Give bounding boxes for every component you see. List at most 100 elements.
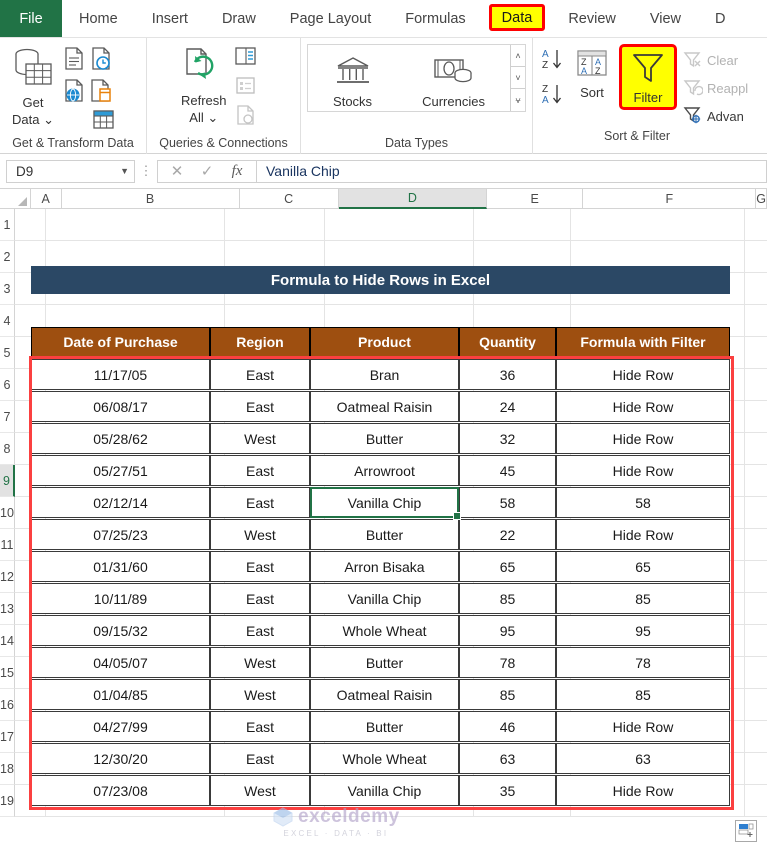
table-data-cell[interactable]: East bbox=[210, 487, 310, 518]
row-header-18[interactable]: 18 bbox=[0, 753, 15, 785]
table-data-cell[interactable]: Bran bbox=[310, 359, 459, 390]
grid-cell[interactable] bbox=[744, 497, 767, 529]
sort-ascending-icon[interactable]: A Z bbox=[540, 47, 566, 78]
clear-filter-button[interactable]: Clear bbox=[681, 48, 750, 73]
sort-button[interactable]: Z A A Z Sort bbox=[569, 42, 615, 100]
table-data-cell[interactable]: 11/17/05 bbox=[31, 359, 210, 390]
table-data-cell[interactable]: East bbox=[210, 551, 310, 582]
grid-cell[interactable] bbox=[744, 561, 767, 593]
recent-sources-icon[interactable] bbox=[89, 46, 114, 77]
table-data-cell[interactable]: Arron Bisaka bbox=[310, 551, 459, 582]
row-header-9[interactable]: 9 bbox=[0, 465, 15, 497]
table-data-cell[interactable]: 05/28/62 bbox=[31, 423, 210, 454]
table-data-cell[interactable]: 78 bbox=[556, 647, 730, 678]
quick-analysis-button[interactable] bbox=[735, 820, 757, 842]
grid-cell[interactable] bbox=[744, 241, 767, 273]
queries-connections-icon[interactable] bbox=[233, 46, 258, 73]
data-types-spinner[interactable]: ˄ ˅ ⩝ bbox=[510, 45, 525, 111]
table-data-cell[interactable]: Vanilla Chip bbox=[310, 583, 459, 614]
grid-cell[interactable] bbox=[324, 209, 474, 241]
confirm-icon[interactable]: ✓ bbox=[192, 162, 222, 180]
table-data-cell[interactable]: 22 bbox=[459, 519, 556, 550]
row-header-14[interactable]: 14 bbox=[0, 625, 15, 657]
column-header-e[interactable]: E bbox=[486, 189, 584, 209]
grid-cell[interactable] bbox=[744, 337, 767, 369]
table-data-cell[interactable]: West bbox=[210, 647, 310, 678]
table-data-cell[interactable]: 07/25/23 bbox=[31, 519, 210, 550]
from-web-icon[interactable] bbox=[62, 78, 87, 109]
row-header-12[interactable]: 12 bbox=[0, 561, 15, 593]
spinner-more[interactable]: ⩝ bbox=[511, 89, 525, 111]
row-header-8[interactable]: 8 bbox=[0, 433, 15, 465]
row-header-15[interactable]: 15 bbox=[0, 657, 15, 689]
select-all-corner[interactable] bbox=[0, 189, 31, 209]
table-data-cell[interactable]: Hide Row bbox=[556, 359, 730, 390]
table-data-cell[interactable]: 04/05/07 bbox=[31, 647, 210, 678]
row-header-6[interactable]: 6 bbox=[0, 369, 15, 401]
grid-cell[interactable] bbox=[744, 369, 767, 401]
table-data-cell[interactable]: 58 bbox=[556, 487, 730, 518]
tab-view[interactable]: View bbox=[633, 0, 698, 37]
table-data-cell[interactable]: West bbox=[210, 775, 310, 806]
table-data-cell[interactable]: East bbox=[210, 391, 310, 422]
grid-cell[interactable] bbox=[570, 209, 745, 241]
table-data-cell[interactable]: 95 bbox=[459, 615, 556, 646]
row-header-19[interactable]: 19 bbox=[0, 785, 15, 817]
table-data-cell[interactable]: 58 bbox=[459, 487, 556, 518]
tab-draw[interactable]: Draw bbox=[205, 0, 273, 37]
table-data-cell[interactable]: 63 bbox=[459, 743, 556, 774]
table-data-cell[interactable]: 78 bbox=[459, 647, 556, 678]
row-header-16[interactable]: 16 bbox=[0, 689, 15, 721]
table-data-cell[interactable]: 02/12/14 bbox=[31, 487, 210, 518]
grid-cell[interactable] bbox=[744, 305, 767, 337]
grid-cell[interactable] bbox=[744, 689, 767, 721]
tab-developer-clipped[interactable]: D bbox=[698, 0, 742, 37]
existing-connections-icon[interactable] bbox=[91, 109, 116, 136]
row-header-17[interactable]: 17 bbox=[0, 721, 15, 753]
row-header-7[interactable]: 7 bbox=[0, 401, 15, 433]
grid-cell[interactable] bbox=[45, 209, 225, 241]
table-data-cell[interactable]: 85 bbox=[556, 583, 730, 614]
column-header-a[interactable]: A bbox=[30, 189, 62, 209]
table-data-cell[interactable]: 32 bbox=[459, 423, 556, 454]
table-data-cell[interactable]: Butter bbox=[310, 519, 459, 550]
grid-cell[interactable] bbox=[14, 209, 46, 241]
tab-page-layout[interactable]: Page Layout bbox=[273, 0, 388, 37]
from-text-csv-icon[interactable] bbox=[62, 46, 87, 77]
insert-function-icon[interactable]: fx bbox=[222, 163, 252, 180]
tab-review[interactable]: Review bbox=[551, 0, 633, 37]
table-data-cell[interactable]: Hide Row bbox=[556, 423, 730, 454]
table-data-cell[interactable]: Hide Row bbox=[556, 455, 730, 486]
table-data-cell[interactable]: East bbox=[210, 711, 310, 742]
currencies-button[interactable]: Currencies bbox=[416, 51, 491, 109]
row-header-5[interactable]: 5 bbox=[0, 337, 15, 369]
table-data-cell[interactable]: 65 bbox=[556, 551, 730, 582]
get-data-button[interactable]: Get Data ⌄ bbox=[4, 42, 62, 127]
table-data-cell[interactable]: 05/27/51 bbox=[31, 455, 210, 486]
table-data-cell[interactable]: 46 bbox=[459, 711, 556, 742]
table-data-cell[interactable]: Arrowroot bbox=[310, 455, 459, 486]
grid-cell[interactable] bbox=[473, 209, 571, 241]
formula-bar-menu-icon[interactable]: ⋮ bbox=[135, 163, 157, 179]
formula-input[interactable]: Vanilla Chip bbox=[256, 159, 767, 183]
grid-cell[interactable] bbox=[224, 209, 325, 241]
advanced-filter-button[interactable]: Advan bbox=[681, 104, 750, 129]
row-header-4[interactable]: 4 bbox=[0, 305, 15, 337]
table-data-cell[interactable]: Hide Row bbox=[556, 775, 730, 806]
table-data-cell[interactable]: East bbox=[210, 359, 310, 390]
table-data-cell[interactable]: 45 bbox=[459, 455, 556, 486]
column-header-f[interactable]: F bbox=[583, 189, 757, 209]
stocks-button[interactable]: Stocks bbox=[327, 51, 378, 109]
row-header-13[interactable]: 13 bbox=[0, 593, 15, 625]
tab-data[interactable]: Data bbox=[488, 4, 546, 31]
column-header-d[interactable]: D bbox=[338, 189, 487, 209]
tab-home[interactable]: Home bbox=[62, 0, 135, 37]
table-data-cell[interactable]: 01/04/85 bbox=[31, 679, 210, 710]
table-data-cell[interactable]: Butter bbox=[310, 711, 459, 742]
row-header-1[interactable]: 1 bbox=[0, 209, 15, 241]
refresh-all-button[interactable]: Refresh All ⌄ bbox=[175, 42, 233, 125]
grid-cell[interactable] bbox=[744, 593, 767, 625]
table-data-cell[interactable]: 65 bbox=[459, 551, 556, 582]
table-data-cell[interactable]: 63 bbox=[556, 743, 730, 774]
grid-cell[interactable] bbox=[744, 465, 767, 497]
